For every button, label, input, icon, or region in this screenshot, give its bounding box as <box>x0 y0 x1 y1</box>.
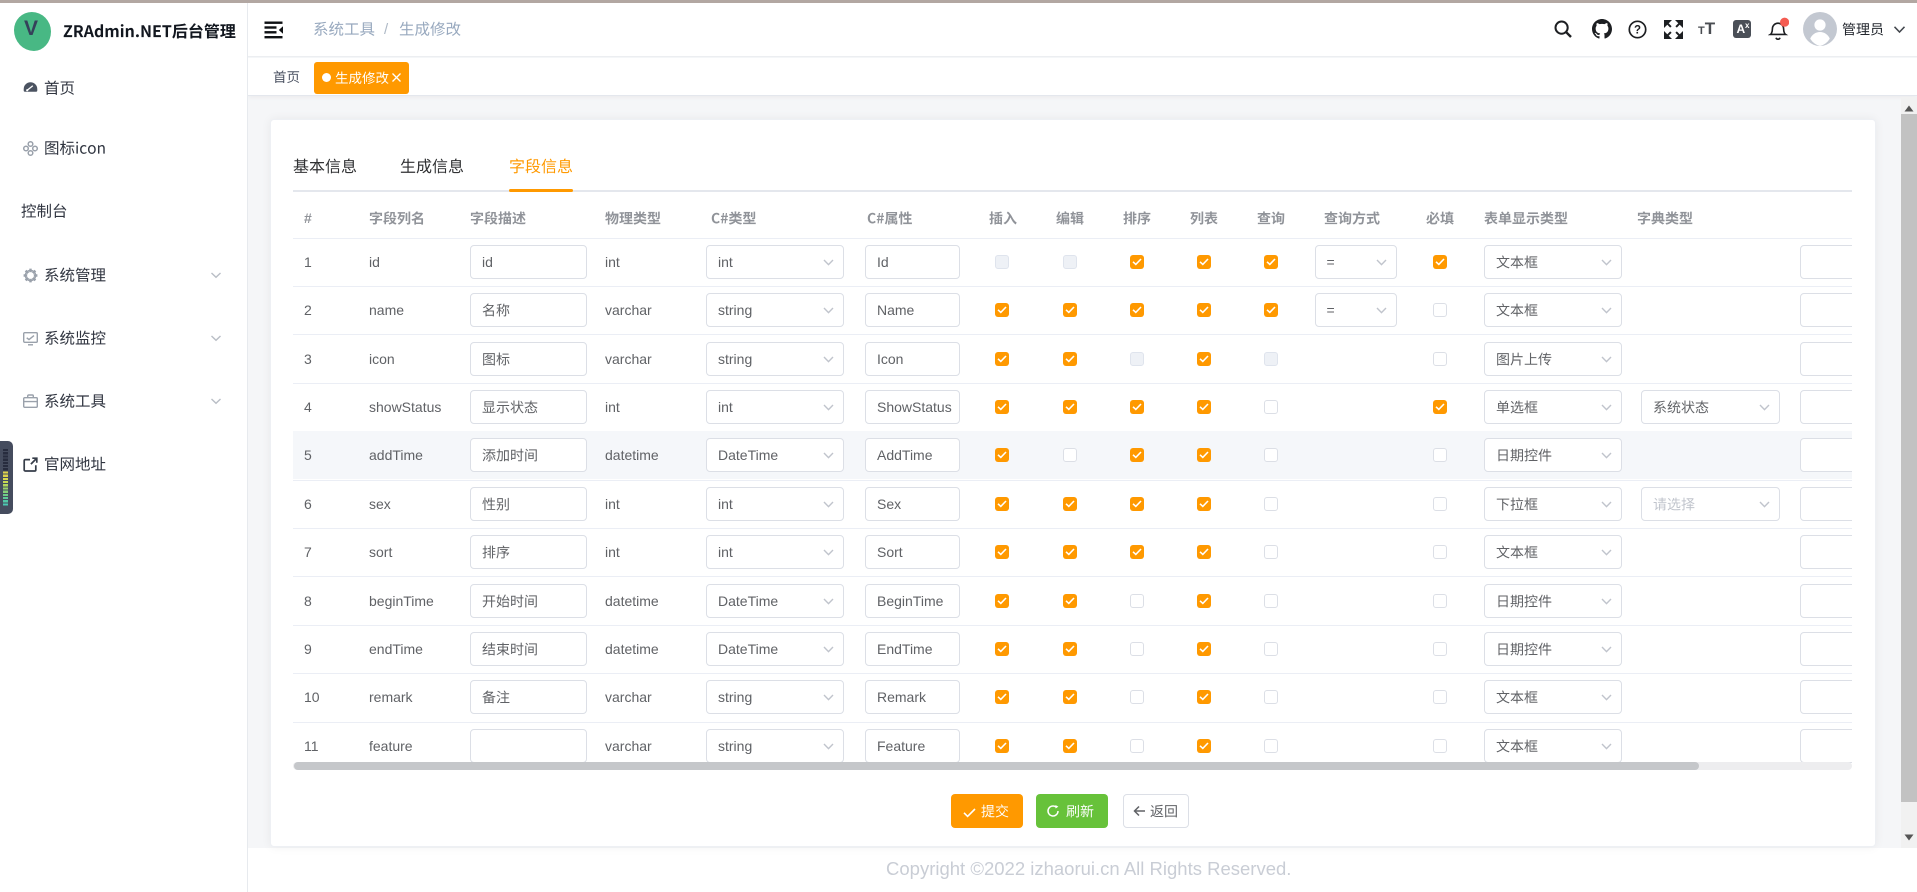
svg-text:?: ? <box>1634 25 1641 37</box>
